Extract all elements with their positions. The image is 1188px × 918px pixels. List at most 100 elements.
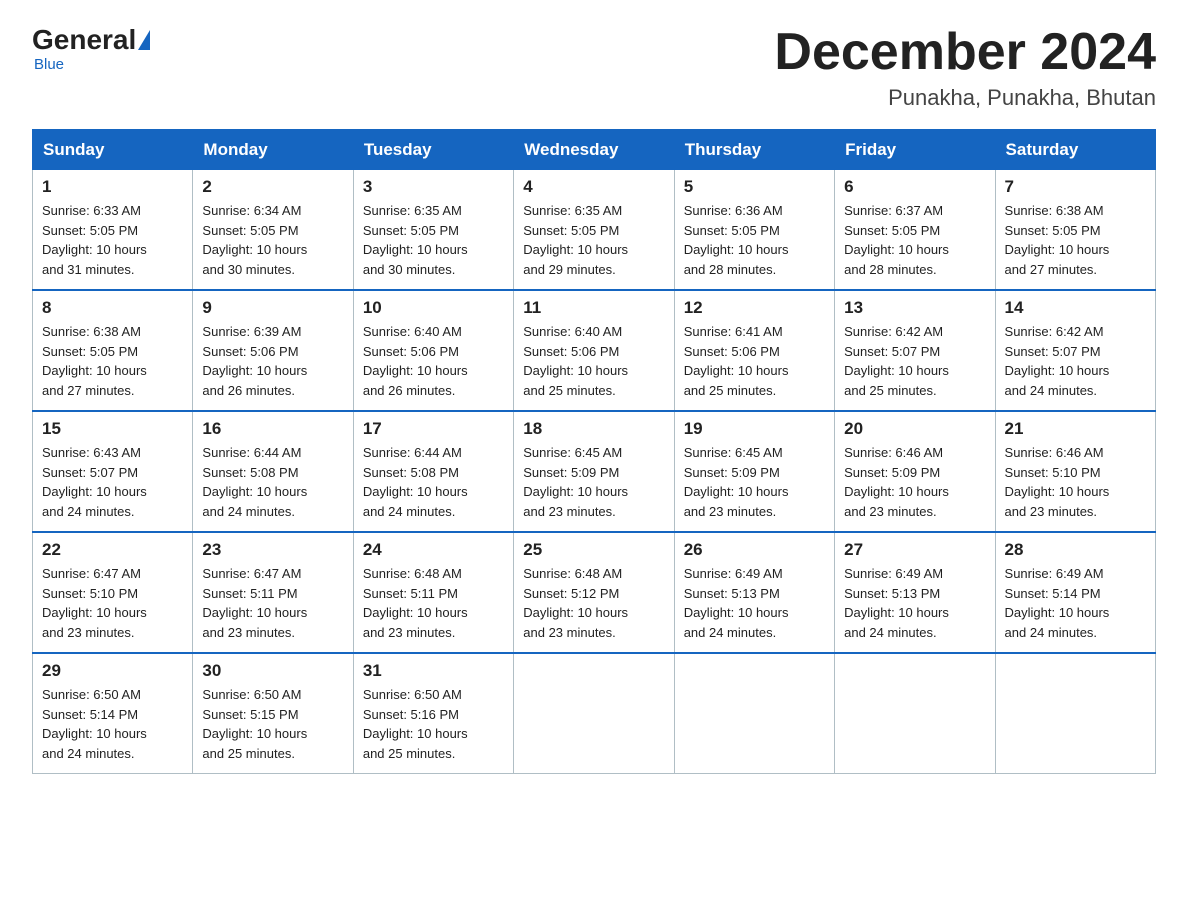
day-number: 28 bbox=[1005, 540, 1146, 560]
day-info: Sunrise: 6:38 AMSunset: 5:05 PMDaylight:… bbox=[42, 322, 183, 400]
day-info: Sunrise: 6:50 AMSunset: 5:16 PMDaylight:… bbox=[363, 685, 504, 763]
calendar-cell: 22 Sunrise: 6:47 AMSunset: 5:10 PMDayligh… bbox=[33, 532, 193, 653]
day-info: Sunrise: 6:44 AMSunset: 5:08 PMDaylight:… bbox=[202, 443, 343, 521]
calendar-cell: 11Sunrise: 6:40 AMSunset: 5:06 PMDayligh… bbox=[514, 290, 674, 411]
day-number: 6 bbox=[844, 177, 985, 197]
calendar-cell: 20 Sunrise: 6:46 AMSunset: 5:09 PMDayligh… bbox=[835, 411, 995, 532]
calendar-cell: 3 Sunrise: 6:35 AMSunset: 5:05 PMDaylight… bbox=[353, 170, 513, 291]
day-number: 29 bbox=[42, 661, 183, 681]
calendar-cell: 14 Sunrise: 6:42 AMSunset: 5:07 PMDayligh… bbox=[995, 290, 1155, 411]
day-info: Sunrise: 6:46 AMSunset: 5:10 PMDaylight:… bbox=[1005, 443, 1146, 521]
day-info: Sunrise: 6:33 AMSunset: 5:05 PMDaylight:… bbox=[42, 201, 183, 279]
calendar-cell: 2 Sunrise: 6:34 AMSunset: 5:05 PMDaylight… bbox=[193, 170, 353, 291]
calendar-cell: 16 Sunrise: 6:44 AMSunset: 5:08 PMDayligh… bbox=[193, 411, 353, 532]
day-info: Sunrise: 6:42 AMSunset: 5:07 PMDaylight:… bbox=[1005, 322, 1146, 400]
day-number: 10 bbox=[363, 298, 504, 318]
calendar-cell: 13 Sunrise: 6:42 AMSunset: 5:07 PMDayligh… bbox=[835, 290, 995, 411]
weekday-header-monday: Monday bbox=[193, 130, 353, 170]
day-info: Sunrise: 6:47 AMSunset: 5:10 PMDaylight:… bbox=[42, 564, 183, 642]
day-number: 7 bbox=[1005, 177, 1146, 197]
day-number: 1 bbox=[42, 177, 183, 197]
day-info: Sunrise: 6:40 AMSunset: 5:06 PMDaylight:… bbox=[523, 322, 664, 400]
day-info: Sunrise: 6:45 AMSunset: 5:09 PMDaylight:… bbox=[684, 443, 825, 521]
day-info: Sunrise: 6:48 AMSunset: 5:11 PMDaylight:… bbox=[363, 564, 504, 642]
day-info: Sunrise: 6:46 AMSunset: 5:09 PMDaylight:… bbox=[844, 443, 985, 521]
calendar-week-row: 29Sunrise: 6:50 AMSunset: 5:14 PMDayligh… bbox=[33, 653, 1156, 774]
calendar-cell: 1 Sunrise: 6:33 AMSunset: 5:05 PMDaylight… bbox=[33, 170, 193, 291]
day-number: 15 bbox=[42, 419, 183, 439]
calendar-cell: 4 Sunrise: 6:35 AMSunset: 5:05 PMDaylight… bbox=[514, 170, 674, 291]
day-info: Sunrise: 6:49 AMSunset: 5:13 PMDaylight:… bbox=[844, 564, 985, 642]
calendar-cell: 23 Sunrise: 6:47 AMSunset: 5:11 PMDayligh… bbox=[193, 532, 353, 653]
calendar-cell: 30Sunrise: 6:50 AMSunset: 5:15 PMDayligh… bbox=[193, 653, 353, 774]
calendar-cell bbox=[835, 653, 995, 774]
weekday-header-row: SundayMondayTuesdayWednesdayThursdayFrid… bbox=[33, 130, 1156, 170]
calendar-cell: 28 Sunrise: 6:49 AMSunset: 5:14 PMDayligh… bbox=[995, 532, 1155, 653]
day-number: 18 bbox=[523, 419, 664, 439]
calendar-cell: 15 Sunrise: 6:43 AMSunset: 5:07 PMDayligh… bbox=[33, 411, 193, 532]
weekday-header-sunday: Sunday bbox=[33, 130, 193, 170]
day-number: 14 bbox=[1005, 298, 1146, 318]
calendar-week-row: 22 Sunrise: 6:47 AMSunset: 5:10 PMDayligh… bbox=[33, 532, 1156, 653]
logo: General Blue bbox=[32, 24, 152, 73]
calendar-cell: 8 Sunrise: 6:38 AMSunset: 5:05 PMDaylight… bbox=[33, 290, 193, 411]
weekday-header-friday: Friday bbox=[835, 130, 995, 170]
day-info: Sunrise: 6:35 AMSunset: 5:05 PMDaylight:… bbox=[363, 201, 504, 279]
day-info: Sunrise: 6:49 AMSunset: 5:14 PMDaylight:… bbox=[1005, 564, 1146, 642]
day-info: Sunrise: 6:48 AMSunset: 5:12 PMDaylight:… bbox=[523, 564, 664, 642]
day-info: Sunrise: 6:39 AMSunset: 5:06 PMDaylight:… bbox=[202, 322, 343, 400]
day-number: 16 bbox=[202, 419, 343, 439]
day-number: 12 bbox=[684, 298, 825, 318]
calendar-cell: 31 Sunrise: 6:50 AMSunset: 5:16 PMDayligh… bbox=[353, 653, 513, 774]
calendar-cell: 17Sunrise: 6:44 AMSunset: 5:08 PMDayligh… bbox=[353, 411, 513, 532]
day-info: Sunrise: 6:44 AMSunset: 5:08 PMDaylight:… bbox=[363, 443, 504, 521]
logo-text: General bbox=[32, 24, 152, 56]
page: General Blue December 2024 Punakha, Puna… bbox=[0, 0, 1188, 798]
day-info: Sunrise: 6:42 AMSunset: 5:07 PMDaylight:… bbox=[844, 322, 985, 400]
day-number: 2 bbox=[202, 177, 343, 197]
day-info: Sunrise: 6:45 AMSunset: 5:09 PMDaylight:… bbox=[523, 443, 664, 521]
calendar-cell: 25 Sunrise: 6:48 AMSunset: 5:12 PMDayligh… bbox=[514, 532, 674, 653]
weekday-header-tuesday: Tuesday bbox=[353, 130, 513, 170]
weekday-header-wednesday: Wednesday bbox=[514, 130, 674, 170]
logo-triangle-icon bbox=[138, 30, 150, 50]
day-info: Sunrise: 6:35 AMSunset: 5:05 PMDaylight:… bbox=[523, 201, 664, 279]
day-info: Sunrise: 6:36 AMSunset: 5:05 PMDaylight:… bbox=[684, 201, 825, 279]
day-number: 27 bbox=[844, 540, 985, 560]
day-number: 20 bbox=[844, 419, 985, 439]
day-number: 26 bbox=[684, 540, 825, 560]
calendar-cell: 27 Sunrise: 6:49 AMSunset: 5:13 PMDayligh… bbox=[835, 532, 995, 653]
calendar-cell: 10 Sunrise: 6:40 AMSunset: 5:06 PMDayligh… bbox=[353, 290, 513, 411]
calendar-cell: 5Sunrise: 6:36 AMSunset: 5:05 PMDaylight… bbox=[674, 170, 834, 291]
day-number: 3 bbox=[363, 177, 504, 197]
day-number: 25 bbox=[523, 540, 664, 560]
day-info: Sunrise: 6:43 AMSunset: 5:07 PMDaylight:… bbox=[42, 443, 183, 521]
logo-blue: Blue bbox=[34, 56, 64, 73]
day-number: 31 bbox=[363, 661, 504, 681]
calendar-cell: 24 Sunrise: 6:48 AMSunset: 5:11 PMDayligh… bbox=[353, 532, 513, 653]
day-number: 24 bbox=[363, 540, 504, 560]
calendar-cell bbox=[995, 653, 1155, 774]
title-block: December 2024 Punakha, Punakha, Bhutan bbox=[774, 24, 1156, 111]
calendar-cell: 26Sunrise: 6:49 AMSunset: 5:13 PMDayligh… bbox=[674, 532, 834, 653]
day-number: 21 bbox=[1005, 419, 1146, 439]
day-number: 22 bbox=[42, 540, 183, 560]
day-number: 13 bbox=[844, 298, 985, 318]
day-info: Sunrise: 6:47 AMSunset: 5:11 PMDaylight:… bbox=[202, 564, 343, 642]
day-info: Sunrise: 6:40 AMSunset: 5:06 PMDaylight:… bbox=[363, 322, 504, 400]
calendar-cell: 9Sunrise: 6:39 AMSunset: 5:06 PMDaylight… bbox=[193, 290, 353, 411]
day-number: 23 bbox=[202, 540, 343, 560]
calendar-cell: 12Sunrise: 6:41 AMSunset: 5:06 PMDayligh… bbox=[674, 290, 834, 411]
day-number: 8 bbox=[42, 298, 183, 318]
day-number: 19 bbox=[684, 419, 825, 439]
calendar-cell: 19 Sunrise: 6:45 AMSunset: 5:09 PMDayligh… bbox=[674, 411, 834, 532]
day-info: Sunrise: 6:37 AMSunset: 5:05 PMDaylight:… bbox=[844, 201, 985, 279]
day-info: Sunrise: 6:38 AMSunset: 5:05 PMDaylight:… bbox=[1005, 201, 1146, 279]
day-info: Sunrise: 6:34 AMSunset: 5:05 PMDaylight:… bbox=[202, 201, 343, 279]
calendar-cell: 18 Sunrise: 6:45 AMSunset: 5:09 PMDayligh… bbox=[514, 411, 674, 532]
calendar-week-row: 8 Sunrise: 6:38 AMSunset: 5:05 PMDaylight… bbox=[33, 290, 1156, 411]
location-title: Punakha, Punakha, Bhutan bbox=[774, 85, 1156, 111]
calendar-table: SundayMondayTuesdayWednesdayThursdayFrid… bbox=[32, 129, 1156, 774]
day-number: 4 bbox=[523, 177, 664, 197]
month-title: December 2024 bbox=[774, 24, 1156, 81]
